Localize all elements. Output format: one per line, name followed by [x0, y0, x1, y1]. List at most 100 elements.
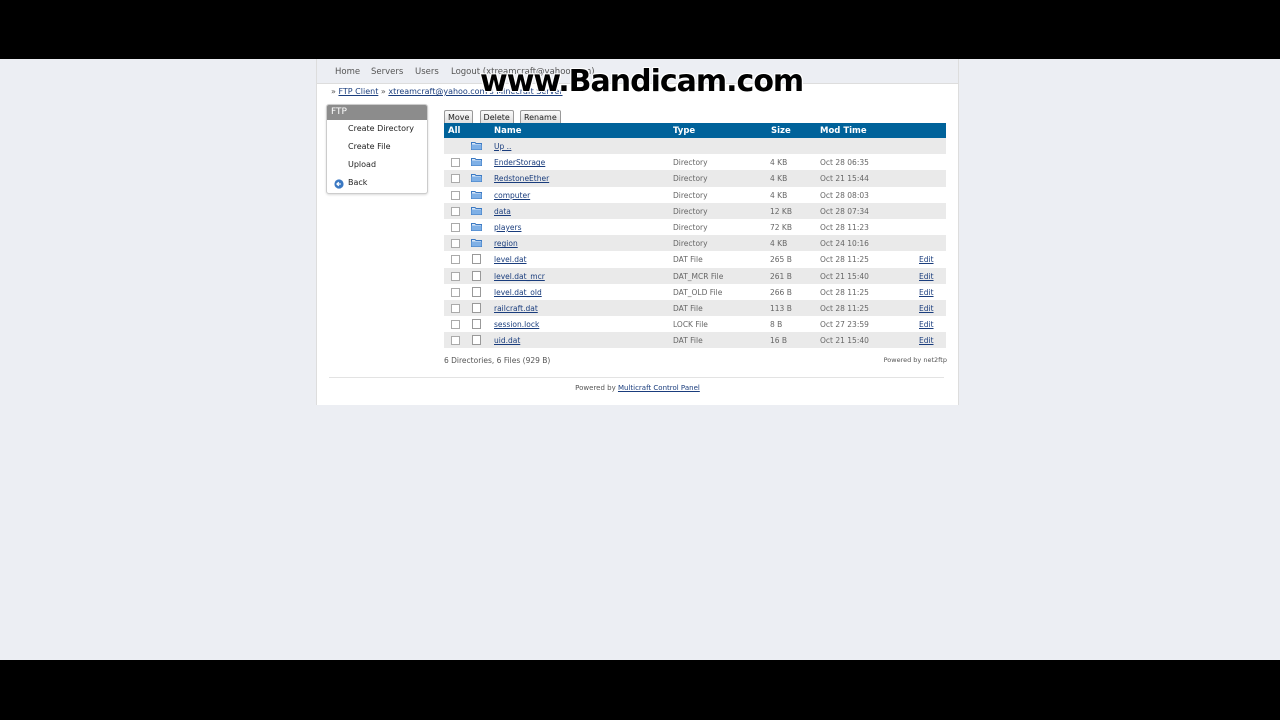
sidebar-item-create-directory[interactable]: Create Directory — [348, 124, 414, 133]
powered-by-net2ftp: Powered by net2ftp — [883, 356, 947, 364]
header-type[interactable]: Type — [673, 126, 695, 136]
file-size: 16 B — [770, 336, 788, 346]
ftp-sidebar: FTP Create Directory Create File Upload … — [326, 104, 428, 194]
table-row[interactable]: session.lock LOCK File 8 B Oct 27 23:59 Edit — [444, 316, 946, 332]
edit-link[interactable]: Edit — [919, 272, 934, 281]
row-checkbox[interactable] — [451, 336, 460, 346]
file-size: 12 KB — [770, 206, 792, 216]
file-name-link[interactable]: level.dat — [494, 255, 527, 264]
edit-link[interactable]: Edit — [919, 336, 934, 345]
file-name-link[interactable]: region — [494, 239, 518, 248]
file-size: 4 KB — [770, 174, 788, 184]
file-name-link[interactable]: data — [494, 207, 511, 216]
file-mod-time: Oct 21 15:44 — [820, 174, 869, 184]
table-row[interactable]: railcraft.dat DAT File 113 B Oct 28 11:25 Ed… — [444, 299, 946, 317]
file-type: Directory — [673, 174, 708, 184]
file-size: 266 B — [770, 287, 792, 297]
file-name-link[interactable]: EnderStorage — [494, 158, 545, 167]
header-name[interactable]: Name — [494, 126, 521, 136]
table-row[interactable]: level.dat_old DAT_OLD File 266 B Oct 28 11:… — [444, 284, 946, 300]
edit-link[interactable]: Edit — [919, 288, 934, 297]
folder-icon — [471, 239, 482, 248]
file-name-link[interactable]: railcraft.dat — [494, 304, 538, 313]
header-mod-time[interactable]: Mod Time — [820, 126, 867, 136]
table-header: All Name Type Size Mod Time — [444, 123, 946, 138]
row-checkbox[interactable] — [451, 222, 460, 232]
row-checkbox[interactable] — [451, 190, 460, 200]
file-mod-time: Oct 21 15:40 — [820, 336, 869, 346]
table-row[interactable]: level.dat DAT File 265 B Oct 28 11:25 Edit — [444, 251, 946, 267]
sidebar-title: FTP — [327, 105, 427, 120]
file-name-link[interactable]: RedstoneEther — [494, 174, 549, 183]
row-checkbox[interactable] — [451, 303, 460, 313]
file-size: 8 B — [770, 320, 783, 330]
file-icon — [472, 270, 481, 281]
edit-link[interactable]: Edit — [919, 320, 934, 329]
sidebar-item-upload[interactable]: Upload — [348, 160, 376, 169]
table-row[interactable]: computer Directory 4 KB Oct 28 08:03 — [444, 187, 946, 203]
file-size: 4 KB — [770, 190, 788, 200]
sidebar-item-back[interactable]: Back — [348, 178, 367, 187]
table-row[interactable]: region Directory 4 KB Oct 24 10:16 — [444, 235, 946, 252]
listing-summary: 6 Directories, 6 Files (929 B) — [444, 356, 551, 365]
up-link[interactable]: Up .. — [494, 142, 511, 151]
folder-icon — [471, 174, 482, 183]
edit-link[interactable]: Edit — [919, 304, 934, 313]
table-row[interactable]: level.dat_mcr DAT_MCR File 261 B Oct 21 15:… — [444, 267, 946, 284]
table-row[interactable]: RedstoneEther Directory 4 KB Oct 21 15:44 — [444, 170, 946, 187]
row-checkbox[interactable] — [451, 255, 460, 265]
header-all[interactable]: All — [448, 126, 460, 136]
back-arrow-icon — [334, 179, 344, 189]
screen: Home Servers Users Logout (xtreamcraft@y… — [0, 59, 1280, 660]
file-type: Directory — [673, 239, 708, 249]
folder-up-icon — [471, 142, 482, 150]
row-checkbox[interactable] — [451, 271, 460, 281]
file-name-link[interactable]: session.lock — [494, 320, 539, 329]
row-checkbox[interactable] — [451, 320, 460, 330]
file-type: DAT File — [673, 303, 703, 313]
sidebar-item-create-file[interactable]: Create File — [348, 142, 391, 151]
bandicam-watermark: www.Bandicam.com — [480, 64, 804, 99]
table-row[interactable]: uid.dat DAT File 16 B Oct 21 15:40 Edit — [444, 332, 946, 349]
file-type: DAT_OLD File — [673, 287, 723, 297]
row-checkbox[interactable] — [451, 206, 460, 216]
file-icon — [472, 302, 481, 313]
file-name-link[interactable]: level.dat_mcr — [494, 272, 545, 281]
nav-home[interactable]: Home — [335, 67, 360, 77]
footer: Powered by Multicraft Control Panel — [317, 384, 958, 392]
divider — [329, 377, 944, 378]
file-toolbar: Move Delete Rename — [444, 105, 562, 125]
row-checkbox[interactable] — [451, 287, 460, 297]
file-mod-time: Oct 28 07:34 — [820, 206, 869, 216]
table-row[interactable]: data Directory 12 KB Oct 28 07:34 — [444, 202, 946, 219]
file-mod-time: Oct 28 11:25 — [820, 303, 869, 313]
file-table: All Name Type Size Mod Time Up .. EnderS… — [444, 123, 946, 349]
footer-prefix: Powered by — [575, 384, 618, 392]
page: Home Servers Users Logout (xtreamcraft@y… — [316, 59, 959, 405]
edit-link[interactable]: Edit — [919, 255, 934, 264]
table-row[interactable]: EnderStorage Directory 4 KB Oct 28 06:35 — [444, 154, 946, 170]
file-size: 265 B — [770, 255, 792, 265]
file-mod-time: Oct 21 15:40 — [820, 271, 869, 281]
file-name-link[interactable]: computer — [494, 191, 530, 200]
file-name-link[interactable]: players — [494, 223, 521, 232]
file-size: 72 KB — [770, 222, 792, 232]
file-mod-time: Oct 27 23:59 — [820, 320, 869, 330]
breadcrumb-ftp-client[interactable]: FTP Client — [338, 87, 378, 96]
file-icon — [472, 319, 481, 330]
file-icon — [472, 335, 481, 346]
footer-multicraft-link[interactable]: Multicraft Control Panel — [618, 384, 700, 392]
file-name-link[interactable]: level.dat_old — [494, 288, 542, 297]
header-size[interactable]: Size — [771, 126, 791, 136]
row-checkbox[interactable] — [451, 174, 460, 184]
file-type: Directory — [673, 222, 708, 232]
row-checkbox[interactable] — [451, 158, 460, 168]
row-checkbox[interactable] — [451, 239, 460, 249]
nav-users[interactable]: Users — [415, 67, 439, 77]
table-row[interactable]: players Directory 72 KB Oct 28 11:23 — [444, 219, 946, 235]
file-type: Directory — [673, 158, 708, 168]
nav-servers[interactable]: Servers — [371, 67, 403, 77]
file-name-link[interactable]: uid.dat — [494, 336, 520, 345]
file-type: DAT File — [673, 255, 703, 265]
file-rows: EnderStorage Directory 4 KB Oct 28 06:35 Red… — [444, 154, 946, 349]
